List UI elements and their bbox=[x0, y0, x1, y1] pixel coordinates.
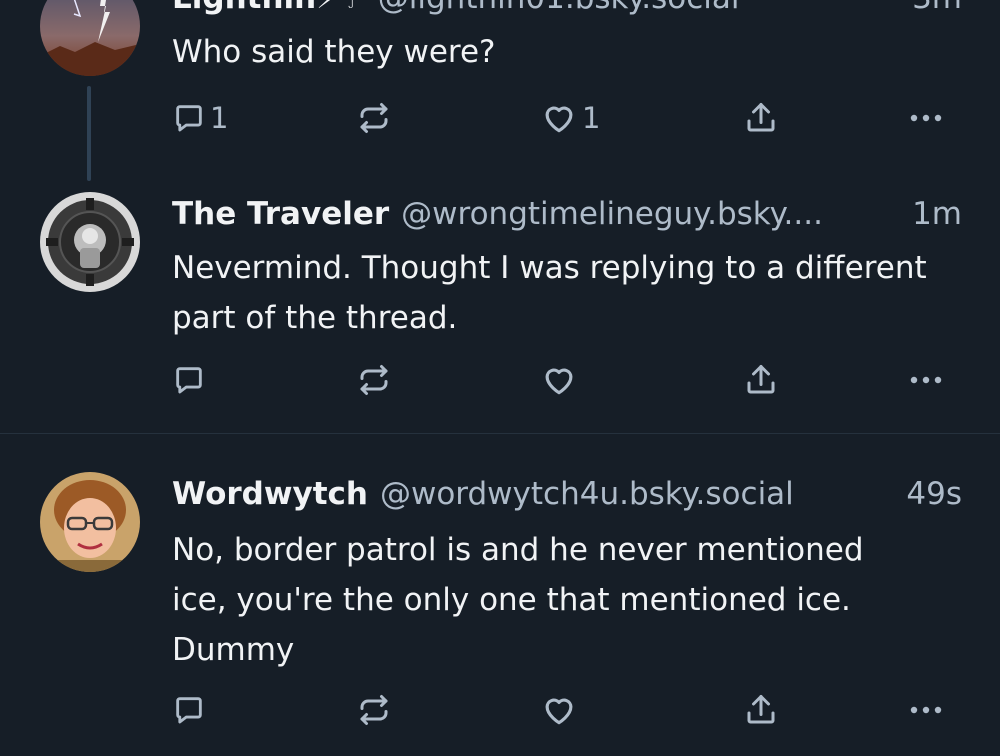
reply-button[interactable]: 1 bbox=[172, 98, 228, 138]
post-text: No, border patrol is and he never mentio… bbox=[172, 532, 864, 668]
share-icon bbox=[747, 695, 775, 724]
share-icon bbox=[747, 365, 775, 394]
share-button[interactable] bbox=[743, 690, 779, 730]
post-text: Who said they were? bbox=[172, 34, 496, 70]
post-text: Nevermind. Thought I was replying to a d… bbox=[172, 250, 927, 336]
post-time[interactable]: 3m bbox=[896, 0, 962, 18]
share-icon bbox=[747, 103, 775, 132]
repost-icon bbox=[360, 695, 388, 725]
post-header: The Traveler @wrongtimelineguy.bsky.... … bbox=[172, 194, 962, 234]
author-handle[interactable]: @wrongtimelineguy.bsky.... bbox=[401, 194, 823, 234]
author-name[interactable]: Wordwytch bbox=[172, 474, 368, 514]
like-count: 1 bbox=[582, 101, 601, 135]
more-icon bbox=[910, 376, 942, 384]
repost-button[interactable] bbox=[356, 98, 392, 138]
post-header: Wordwytch @wordwytch4u.bsky.social 49s bbox=[172, 474, 962, 514]
reply-button[interactable] bbox=[172, 690, 210, 730]
author-handle[interactable]: @lightnin01.bsky.social bbox=[378, 0, 740, 18]
reply-icon bbox=[176, 367, 202, 394]
reply-count: 1 bbox=[210, 101, 229, 135]
avatar-lightnin[interactable] bbox=[40, 0, 140, 76]
post-actions: 1 1 bbox=[0, 98, 1000, 138]
heart-icon bbox=[545, 698, 573, 725]
author-name[interactable]: The Traveler bbox=[172, 194, 389, 234]
reply-icon bbox=[176, 697, 202, 724]
repost-button[interactable] bbox=[356, 690, 392, 730]
heart-icon bbox=[545, 368, 573, 395]
post-time[interactable]: 1m bbox=[896, 194, 962, 234]
reply-icon bbox=[176, 105, 202, 132]
repost-icon bbox=[360, 365, 388, 395]
author-handle[interactable]: @wordwytch4u.bsky.social bbox=[380, 474, 794, 514]
post-the-traveler[interactable]: The Traveler @wrongtimelineguy.bsky.... … bbox=[0, 180, 1000, 434]
avatar-the-traveler[interactable] bbox=[40, 192, 140, 292]
repost-button[interactable] bbox=[356, 360, 392, 400]
repost-icon bbox=[360, 103, 388, 133]
post-actions bbox=[0, 360, 1000, 400]
like-button[interactable]: 1 bbox=[540, 98, 600, 138]
more-button[interactable] bbox=[906, 98, 946, 138]
heart-icon bbox=[545, 106, 573, 133]
share-button[interactable] bbox=[743, 360, 779, 400]
reply-button[interactable] bbox=[172, 360, 210, 400]
more-button[interactable] bbox=[906, 360, 946, 400]
more-icon bbox=[910, 706, 942, 714]
post-wordwytch[interactable]: Wordwytch @wordwytch4u.bsky.social 49s N… bbox=[0, 434, 1000, 756]
post-time[interactable]: 49s bbox=[890, 474, 962, 514]
more-button[interactable] bbox=[906, 690, 946, 730]
post-lightnin[interactable]: Lightnin⚡☔ @lightnin01.bsky.social 3m Wh… bbox=[0, 0, 1000, 181]
more-icon bbox=[910, 114, 942, 122]
share-button[interactable] bbox=[743, 98, 779, 138]
avatar-wordwytch[interactable] bbox=[40, 472, 140, 572]
post-actions bbox=[0, 690, 1000, 730]
post-header: Lightnin⚡☔ @lightnin01.bsky.social 3m bbox=[172, 0, 962, 18]
like-button[interactable] bbox=[540, 690, 582, 730]
like-button[interactable] bbox=[540, 360, 582, 400]
author-name[interactable]: Lightnin⚡☔ bbox=[172, 0, 366, 18]
